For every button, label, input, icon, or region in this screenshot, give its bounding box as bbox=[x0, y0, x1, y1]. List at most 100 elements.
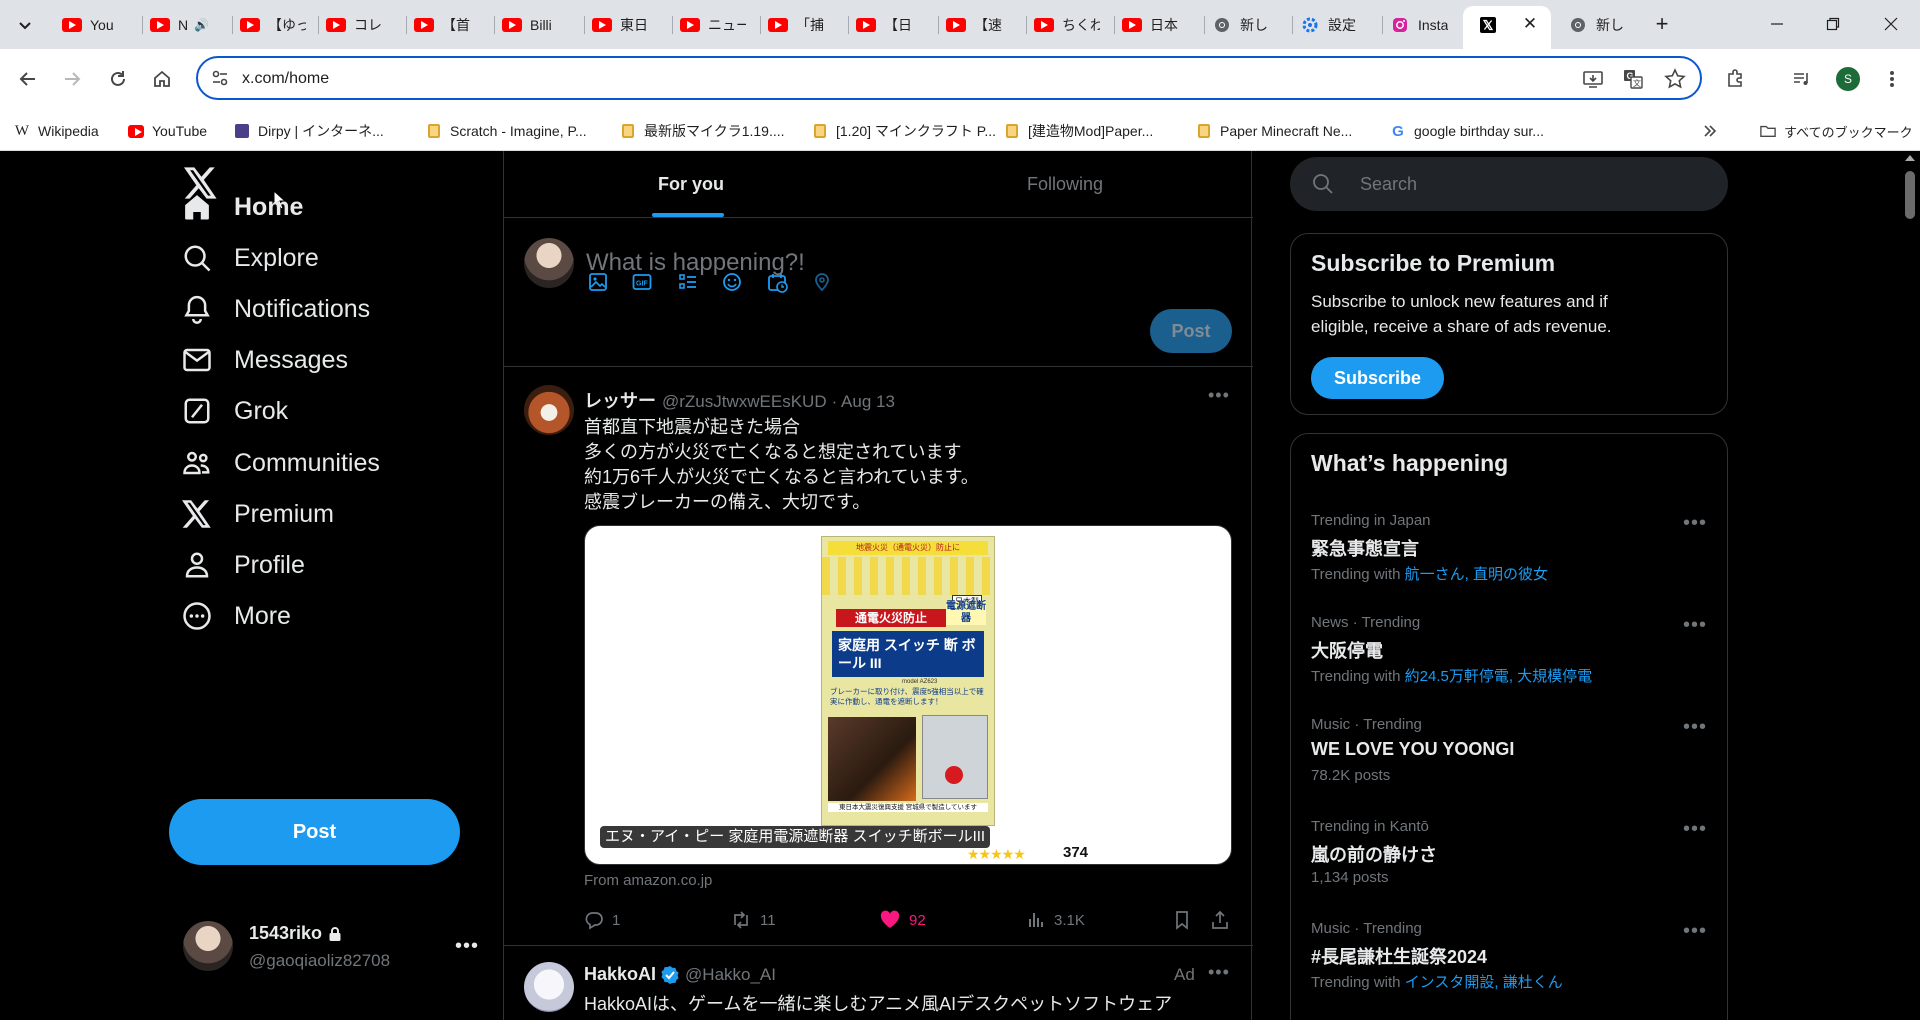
browser-tab[interactable]: N 🔊 bbox=[150, 12, 209, 38]
emoji-icon[interactable] bbox=[722, 272, 746, 296]
bookmark-item[interactable]: Paper Minecraft Ne... bbox=[1196, 121, 1352, 141]
new-tab-icon[interactable]: + bbox=[1652, 11, 1672, 36]
profile-avatar-icon[interactable]: S bbox=[1834, 65, 1862, 93]
trend-related-link[interactable]: 約24.5万軒停電, 大規模停電 bbox=[1405, 668, 1593, 685]
trend-more-icon[interactable]: ••• bbox=[1683, 716, 1707, 739]
browser-tab[interactable]: 【首 bbox=[414, 12, 470, 38]
tweet-more-icon[interactable]: ••• bbox=[1208, 962, 1230, 983]
nav-grok[interactable]: Grok bbox=[168, 383, 300, 439]
browser-tab[interactable]: ちくわ bbox=[1034, 12, 1100, 38]
tab-for-you[interactable]: For you bbox=[504, 151, 878, 217]
nav-communities[interactable]: Communities bbox=[168, 435, 392, 491]
extensions-icon[interactable] bbox=[1722, 65, 1750, 93]
trend-more-icon[interactable]: ••• bbox=[1683, 818, 1707, 841]
account-switcher[interactable]: 1543riko @gaoqiaoliz82708 ••• bbox=[169, 911, 485, 983]
restore-icon[interactable] bbox=[1818, 10, 1848, 38]
install-app-icon[interactable] bbox=[1582, 68, 1604, 90]
share-button[interactable] bbox=[1210, 908, 1238, 932]
scroll-up-arrow-icon[interactable] bbox=[1905, 155, 1915, 161]
tweet-author-handle[interactable]: @Hakko_AI bbox=[685, 965, 776, 985]
bookmark-item[interactable]: [建造物Mod]Paper... bbox=[1004, 121, 1153, 141]
bookmark-button[interactable] bbox=[1172, 908, 1200, 932]
gif-icon[interactable]: GIF bbox=[632, 272, 656, 296]
home-button-icon[interactable] bbox=[148, 65, 176, 93]
bookmark-item[interactable]: Dirpy | インターネ... bbox=[234, 121, 384, 141]
url-text[interactable]: x.com/home bbox=[242, 70, 329, 88]
browser-tab[interactable]: 新し bbox=[1212, 12, 1268, 38]
tweet-author-name[interactable]: HakkoAI bbox=[584, 964, 656, 985]
media-icon[interactable] bbox=[588, 272, 612, 296]
bookmark-item[interactable]: 最新版マイクラ1.19.... bbox=[620, 121, 785, 141]
translate-icon[interactable]: G文 bbox=[1622, 68, 1644, 90]
trend-related-link[interactable]: 航一さん, 直明の彼女 bbox=[1405, 566, 1548, 583]
media-control-icon[interactable] bbox=[1788, 65, 1816, 93]
browser-tab[interactable]: 「捕 bbox=[768, 12, 824, 38]
bookmarks-overflow-icon[interactable] bbox=[1702, 121, 1718, 141]
close-window-icon[interactable] bbox=[1876, 10, 1906, 38]
browser-tab[interactable]: 東日 bbox=[592, 12, 648, 38]
bookmark-item[interactable]: Scratch - Imagine, P... bbox=[426, 121, 587, 141]
tab-following[interactable]: Following bbox=[878, 151, 1252, 217]
trend-item[interactable]: Music · Trending WE LOVE YOU YOONGI 78.2K … bbox=[1311, 716, 1711, 787]
tweet-date[interactable]: · Aug 13 bbox=[832, 392, 895, 412]
trend-item[interactable]: Music · Trending #長尾謙杜生誕祭2024 Trending wit… bbox=[1311, 920, 1711, 991]
tweet-author-name[interactable]: レッサー bbox=[584, 387, 656, 413]
trend-item[interactable]: News · Trending 大阪停電 Trending with 約24.5万軒… bbox=[1311, 614, 1711, 685]
bookmark-star-icon[interactable] bbox=[1664, 68, 1686, 90]
minimize-icon[interactable] bbox=[1762, 10, 1792, 38]
subscribe-button[interactable]: Subscribe bbox=[1311, 357, 1444, 399]
nav-more[interactable]: More bbox=[168, 588, 303, 644]
search-input[interactable]: Search bbox=[1360, 174, 1417, 195]
location-icon[interactable] bbox=[812, 272, 836, 296]
bookmark-item[interactable]: W Wikipedia bbox=[14, 121, 99, 141]
reply-button[interactable]: 1 bbox=[584, 908, 620, 932]
browser-tab[interactable]: 【日 bbox=[856, 12, 912, 38]
search-box[interactable]: Search bbox=[1290, 157, 1728, 211]
forward-icon[interactable] bbox=[58, 65, 86, 93]
card-source[interactable]: From amazon.co.jp bbox=[584, 872, 712, 889]
browser-tab[interactable]: Billi bbox=[502, 12, 552, 38]
scrollbar-thumb[interactable] bbox=[1905, 171, 1915, 219]
trend-item[interactable]: Trending in Kantō 嵐の前の静けさ 1,134 posts ••• bbox=[1311, 818, 1711, 889]
views-button[interactable]: 3.1K bbox=[1026, 908, 1085, 932]
browser-tab[interactable]: コレ bbox=[326, 12, 382, 38]
nav-notifications[interactable]: Notifications bbox=[168, 281, 382, 337]
compose-post-button[interactable]: Post bbox=[1150, 309, 1232, 353]
tweet-avatar[interactable] bbox=[524, 385, 574, 435]
link-card[interactable]: 地震火災（通電火災）防止に 日本製 通電火災防止 家庭用 スイッチ 断 ボール … bbox=[584, 525, 1232, 865]
browser-tab[interactable]: 【速 bbox=[946, 12, 1002, 38]
tweet-more-icon[interactable]: ••• bbox=[1208, 385, 1230, 406]
browser-tab[interactable]: 新し bbox=[1568, 12, 1624, 38]
reload-icon[interactable] bbox=[104, 65, 132, 93]
tweet-author-handle[interactable]: @rZusJtwxwEEsKUD bbox=[662, 392, 827, 412]
bookmark-item[interactable]: YouTube bbox=[128, 121, 207, 141]
trend-more-icon[interactable]: ••• bbox=[1683, 920, 1707, 943]
schedule-icon[interactable] bbox=[767, 272, 791, 296]
browser-tab[interactable]: Insta bbox=[1390, 12, 1448, 38]
tweet[interactable]: レッサー @rZusJtwxwEEsKUD · Aug 13 ••• 首都直下地… bbox=[504, 367, 1253, 945]
browser-tab[interactable] bbox=[1478, 12, 1506, 38]
nav-explore[interactable]: Explore bbox=[168, 230, 331, 286]
poll-icon[interactable] bbox=[678, 272, 702, 296]
trend-more-icon[interactable]: ••• bbox=[1683, 614, 1707, 637]
back-icon[interactable] bbox=[14, 65, 42, 93]
browser-tab[interactable]: 設定 bbox=[1300, 12, 1356, 38]
bookmark-item[interactable]: Ggoogle birthday sur... bbox=[1390, 121, 1544, 141]
nav-premium[interactable]: Premium bbox=[168, 486, 346, 542]
tab-search-icon[interactable] bbox=[14, 14, 36, 36]
post-button[interactable]: Post bbox=[169, 799, 460, 865]
trend-item[interactable]: Trending in Japan 緊急事態宣言 Trending with 航一さ… bbox=[1311, 512, 1711, 583]
bookmark-item[interactable]: [1.20] マインクラフト P... bbox=[812, 121, 996, 141]
scrollbar[interactable] bbox=[1900, 151, 1920, 1020]
address-bar[interactable]: x.com/home G文 bbox=[196, 56, 1702, 100]
account-more-icon[interactable]: ••• bbox=[455, 935, 479, 958]
nav-home[interactable]: Home bbox=[168, 179, 315, 235]
all-bookmarks[interactable]: すべてのブックマーク bbox=[1760, 121, 1913, 141]
trend-more-icon[interactable]: ••• bbox=[1683, 512, 1707, 535]
nav-messages[interactable]: Messages bbox=[168, 332, 360, 388]
like-button[interactable]: 92 bbox=[879, 908, 926, 932]
close-tab-icon[interactable]: ✕ bbox=[1520, 14, 1540, 34]
site-info-icon[interactable] bbox=[210, 68, 232, 90]
browser-tab[interactable]: 日本 bbox=[1122, 12, 1178, 38]
trend-related-link[interactable]: インスタ開設, 謙杜くん bbox=[1405, 974, 1563, 991]
